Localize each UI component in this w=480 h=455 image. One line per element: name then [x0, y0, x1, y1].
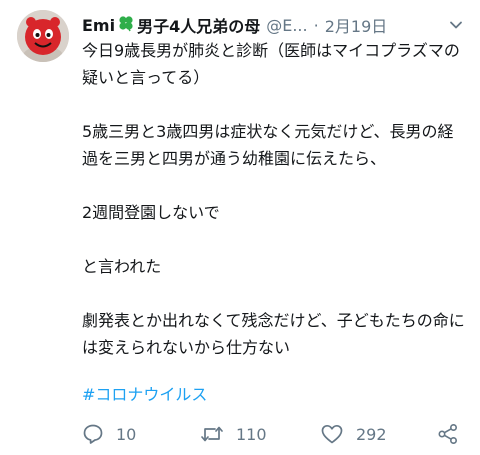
tweet-text: 今日9歳長男が肺炎と診断（医師はマイコプラズマの疑いと言ってる） 5歳三男と3歳… — [82, 37, 467, 361]
display-name[interactable]: Emi 男子4人兄弟の母 — [82, 13, 260, 37]
share-button[interactable] — [437, 420, 459, 448]
like-button[interactable]: 292 — [320, 420, 387, 448]
reply-button[interactable]: 10 — [82, 420, 136, 448]
tweet-header: Emi 男子4人兄弟の母 @E... · 2月19日 — [82, 13, 387, 37]
like-count: 292 — [356, 424, 387, 444]
tweet-paragraph: 劇発表とか出れなくて残念だけど、子どもたちの命には変えられないから仕方ない — [82, 311, 465, 357]
reply-icon — [82, 423, 104, 445]
red-mascot-avatar-icon — [17, 10, 69, 62]
tweet[interactable]: Emi 男子4人兄弟の母 @E... · 2月19日 今日9歳長男が肺炎と診断（… — [0, 0, 480, 455]
retweet-icon — [200, 423, 224, 445]
tweet-paragraph: と言われた — [82, 257, 162, 276]
separator-dot: · — [313, 15, 319, 35]
retweet-count: 110 — [236, 424, 267, 444]
display-name-suffix: 男子4人兄弟の母 — [137, 17, 261, 36]
chevron-down-icon[interactable] — [447, 16, 465, 34]
share-icon — [437, 423, 459, 445]
retweet-button[interactable]: 110 — [200, 420, 267, 448]
tweet-paragraph: 2週間登園しないで — [82, 203, 220, 222]
tweet-timestamp[interactable]: 2月19日 — [325, 13, 388, 37]
four-leaf-clover-icon — [117, 14, 135, 36]
tweet-paragraph: 5歳三男と3歳四男は症状なく元気だけど、長男の経過を三男と四男が通う幼稚園に伝え… — [82, 122, 454, 168]
heart-icon — [320, 423, 344, 445]
tweet-paragraph: 今日9歳長男が肺炎と診断（医師はマイコプラズマの疑いと言ってる） — [82, 41, 460, 87]
tweet-actions: 10 110 292 — [82, 420, 467, 448]
user-handle[interactable]: @E... — [266, 16, 307, 35]
display-name-text: Emi — [82, 15, 116, 35]
avatar[interactable] — [17, 10, 69, 62]
hashtag-link[interactable]: #コロナウイルス — [82, 381, 207, 408]
reply-count: 10 — [116, 424, 137, 444]
